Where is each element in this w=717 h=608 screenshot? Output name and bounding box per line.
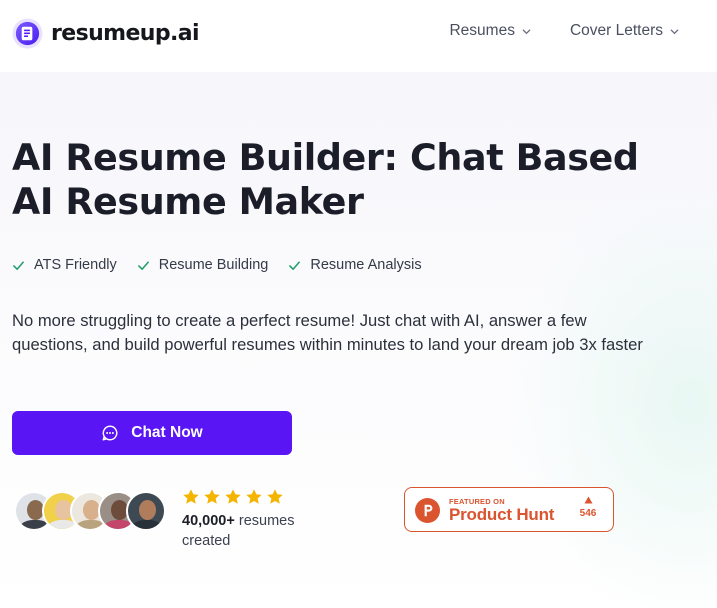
rating-stars [182, 488, 284, 506]
star-icon [204, 489, 220, 504]
feature-item: Resume Analysis [288, 257, 422, 273]
feature-list: ATS Friendly Resume Building Resume Anal… [12, 257, 422, 273]
feature-label: Resume Analysis [310, 257, 422, 273]
star-icon [267, 489, 283, 504]
hero-description: No more struggling to create a perfect r… [12, 311, 643, 354]
product-hunt-logo-icon [415, 498, 440, 523]
resumes-count: 40,000+ [182, 513, 235, 529]
page-title-line-2: AI Resume Maker [12, 180, 364, 223]
resumes-created-text: 40,000+ resumes created [182, 511, 342, 551]
page-title-line-1: AI Resume Builder: Chat Based [12, 136, 639, 179]
check-icon [137, 260, 149, 270]
feature-label: Resume Building [158, 257, 269, 273]
product-hunt-votes: 546 [577, 496, 599, 519]
feature-label: ATS Friendly [34, 257, 117, 273]
nav-item-label: Resumes [449, 22, 515, 39]
product-hunt-vote-count: 546 [579, 508, 597, 519]
upvote-triangle-icon [584, 496, 592, 504]
star-icon [183, 489, 199, 504]
chat-now-label: Chat Now [131, 424, 203, 441]
nav-item-label: Cover Letters [569, 22, 663, 39]
feature-item: ATS Friendly [12, 257, 117, 273]
nav-item-resumes[interactable]: Resumes [449, 22, 531, 40]
brand-name: resumeup.ai [51, 20, 200, 46]
site-header: resumeup.ai Resumes Cover Letters [0, 0, 717, 66]
star-icon [225, 489, 241, 504]
chevron-down-icon [670, 28, 679, 34]
page-title: AI Resume Builder: Chat Based AI Resume … [12, 136, 692, 224]
logo-icon [12, 17, 43, 49]
chevron-down-icon [522, 28, 531, 34]
chat-now-button[interactable]: Chat Now [12, 411, 292, 455]
feature-item: Resume Building [137, 257, 269, 273]
brand-logo[interactable]: resumeup.ai [12, 17, 200, 49]
check-icon [13, 260, 24, 270]
star-icon [246, 489, 262, 504]
check-icon [289, 260, 301, 270]
main-nav: Resumes Cover Letters [449, 22, 680, 40]
product-hunt-badge[interactable]: FEATURED ON Product Hunt 546 [404, 487, 614, 532]
nav-item-cover-letters[interactable]: Cover Letters [570, 22, 680, 40]
user-avatars [14, 491, 170, 531]
chat-bubble-icon [102, 425, 118, 441]
avatar [126, 491, 166, 531]
product-hunt-name: Product Hunt [449, 505, 555, 524]
